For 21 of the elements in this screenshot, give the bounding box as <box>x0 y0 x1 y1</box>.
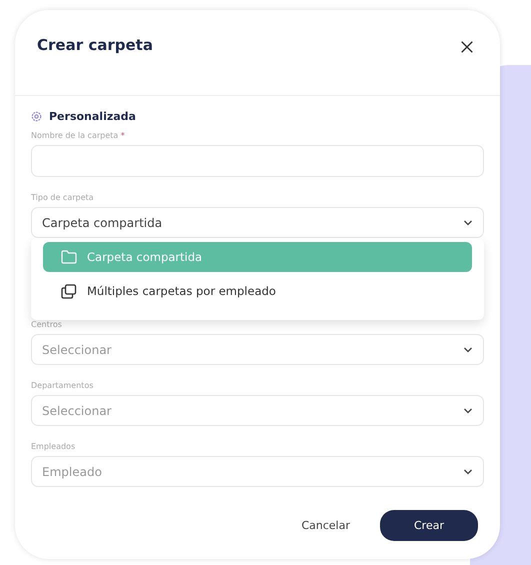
field-label: Departamentos <box>31 381 94 390</box>
chevron-down-icon <box>463 468 473 474</box>
field-label: Nombre de la carpeta * <box>31 131 126 140</box>
field-label: Empleados <box>31 442 76 451</box>
dialog-title: Crear carpeta <box>37 36 153 54</box>
text-field[interactable] <box>31 145 484 177</box>
field-label: Tipo de carpeta <box>31 193 95 202</box>
close-button[interactable] <box>460 40 474 54</box>
stacked-pages-icon <box>61 284 77 298</box>
section-title: Personalizada <box>49 110 136 123</box>
cancel-button[interactable]: Cancelar <box>295 518 356 533</box>
select-field[interactable]: Carpeta compartida <box>31 207 484 238</box>
required-mark: * <box>120 131 125 140</box>
chevron-down-icon <box>463 346 473 352</box>
dropdown-option[interactable]: Múltiples carpetas por empleado <box>43 276 472 306</box>
chevron-down-icon <box>463 408 473 414</box>
field-label: Centros <box>31 320 63 329</box>
gear-icon <box>31 111 42 122</box>
folder-icon <box>61 250 77 264</box>
chevron-down-icon <box>463 220 473 226</box>
create-button[interactable]: Crear <box>380 510 478 541</box>
